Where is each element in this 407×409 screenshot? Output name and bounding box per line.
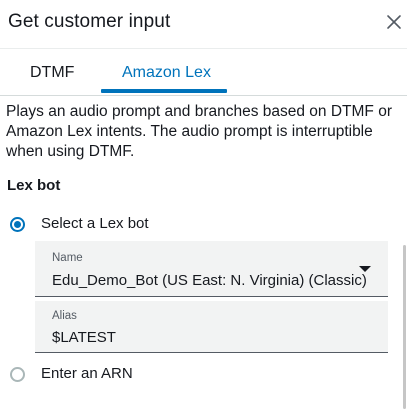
enter-arn-radio[interactable] — [10, 367, 25, 382]
close-icon — [387, 15, 401, 29]
name-field-caption: Name — [52, 252, 83, 264]
tab-amazon-lex[interactable]: Amazon Lex — [122, 64, 211, 82]
panel-title: Get customer input — [8, 11, 171, 32]
dropdown-arrow-icon[interactable] — [359, 266, 371, 272]
alias-field-caption: Alias — [52, 310, 77, 322]
close-button[interactable] — [385, 13, 403, 31]
name-field-value: Edu_Demo_Bot (US East: N. Virginia) (Cla… — [52, 272, 367, 289]
alias-field-value: $LATEST — [52, 329, 116, 346]
vertical-scrollbar[interactable] — [403, 245, 406, 409]
tab-dtmf[interactable]: DTMF — [30, 64, 74, 82]
get-customer-input-panel: Get customer input DTMF Amazon Lex Plays… — [0, 0, 407, 409]
tab-bar: DTMF Amazon Lex — [0, 48, 407, 96]
lex-bot-name-select[interactable]: Name Edu_Demo_Bot (US East: N. Virginia)… — [35, 241, 388, 297]
lex-bot-alias-field[interactable]: Alias $LATEST — [35, 301, 388, 353]
enter-arn-label[interactable]: Enter an ARN — [41, 365, 133, 382]
select-lex-bot-label[interactable]: Select a Lex bot — [41, 215, 149, 232]
lex-bot-section-label: Lex bot — [7, 177, 61, 194]
active-tab-indicator — [101, 89, 227, 93]
panel-header: Get customer input — [0, 0, 407, 49]
block-description: Plays an audio prompt and branches based… — [6, 103, 392, 160]
select-lex-bot-radio[interactable] — [10, 217, 25, 232]
